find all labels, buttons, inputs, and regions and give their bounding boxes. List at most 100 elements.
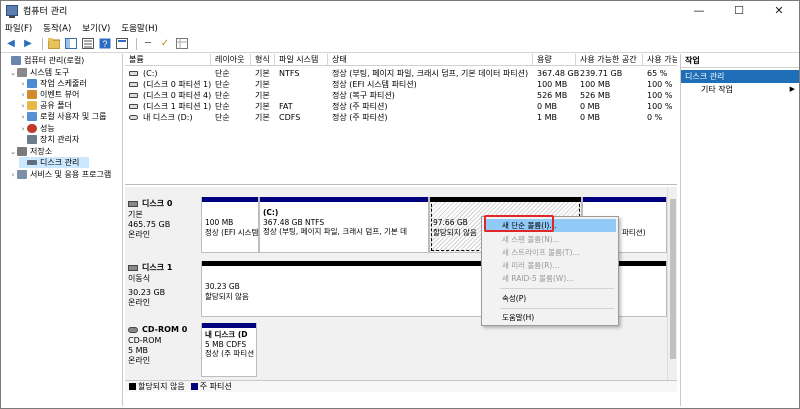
scrollbar-thumb[interactable]: [670, 199, 676, 359]
legend-swatch-unallocated: [129, 383, 136, 390]
check-icon[interactable]: ✓: [158, 37, 172, 51]
volume-list: 볼륨 레이아웃 형식 파일 시스템 상태 용량 사용 가능한 공간 사용 가능 …: [125, 54, 677, 185]
volume-row[interactable]: (디스크 0 파티션 1) 단순 기본 정상 (EFI 시스템 파티션) 100…: [125, 79, 677, 90]
menu-new-mirrored-volume[interactable]: 새 미러 볼륨(R)...: [484, 259, 616, 272]
menu-properties[interactable]: 속성(P): [484, 292, 616, 305]
connect-icon[interactable]: ─: [141, 37, 155, 51]
column-layout[interactable]: 레이아웃: [211, 54, 251, 66]
column-volume[interactable]: 볼륨: [125, 54, 211, 66]
tree-toggle[interactable]: ⌄: [9, 148, 17, 156]
disk-size: 5 MB: [128, 346, 149, 355]
cdrom-0-label[interactable]: CD-ROM 0 CD-ROM 5 MB 온라인: [128, 325, 198, 366]
partition-status: 정상 (EFI 시스템: [205, 227, 259, 237]
disk-name: 디스크 1: [142, 263, 173, 272]
tree-item-computer-management[interactable]: 컴퓨터 관리(로컬): [3, 55, 84, 66]
tree-item-label: 컴퓨터 관리(로컬): [24, 56, 85, 65]
tree-toggle[interactable]: ›: [19, 102, 27, 110]
list-view-icon[interactable]: [81, 37, 95, 51]
volume-row[interactable]: (디스크 1 파티션 1) 단순 기본 FAT 정상 (주 파티션) 0 MB …: [125, 101, 677, 112]
menu-new-spanned-volume[interactable]: 새 스팬 볼륨(N)...: [484, 233, 616, 246]
tree-toggle[interactable]: ›: [19, 80, 27, 88]
volume-row[interactable]: 내 디스크 (D:) 단순 기본 CDFS 정상 (주 파티션) 1 MB 0 …: [125, 112, 677, 123]
tree-item-label: 로컬 사용자 및 그룹: [40, 112, 107, 121]
menu-new-striped-volume[interactable]: 새 스트라이프 볼륨(T)...: [484, 246, 616, 259]
tree-item-system-tools[interactable]: ⌄ 시스템 도구: [9, 67, 69, 78]
tree-toggle[interactable]: ⌄: [9, 69, 17, 77]
volume-icon: [129, 93, 138, 98]
disk-state: 온라인: [128, 230, 151, 239]
partition-c[interactable]: (C:) 367.48 GB NTFS 정상 (부팅, 페이지 파일, 크래시 …: [259, 197, 429, 253]
menu-new-raid5-volume[interactable]: 새 RAID-5 볼륨(W)...: [484, 272, 616, 285]
cd-volume-icon: [129, 115, 138, 120]
legend: 할당되지 않음 주 파티션: [125, 380, 677, 392]
tree-item-performance[interactable]: › 성능: [19, 123, 55, 134]
grid-view-icon[interactable]: [175, 37, 189, 51]
up-folder-icon[interactable]: [47, 37, 61, 51]
menu-file[interactable]: 파일(F): [5, 22, 32, 34]
back-arrow-icon[interactable]: ◀: [4, 37, 18, 51]
tree-toggle[interactable]: ›: [19, 91, 27, 99]
partition-d[interactable]: 내 디스크 (D 5 MB CDFS 정상 (주 파티션: [201, 323, 257, 377]
disk-type: 기본: [128, 210, 143, 219]
column-capacity[interactable]: 용량: [533, 54, 576, 66]
volume-icon: [129, 82, 138, 87]
disk-size: 465.75 GB: [128, 220, 171, 229]
maximize-button[interactable]: ☐: [719, 1, 759, 20]
properties-icon[interactable]: [115, 37, 129, 51]
volume-status: 정상 (주 파티션): [332, 102, 388, 111]
volume-list-header: 볼륨 레이아웃 형식 파일 시스템 상태 용량 사용 가능한 공간 사용 가능: [125, 54, 677, 66]
disk-0-label[interactable]: 디스크 0 기본 465.75 GB 온라인: [128, 199, 198, 240]
tree-item-disk-management[interactable]: 디스크 관리: [19, 157, 89, 168]
minimize-button[interactable]: —: [679, 1, 719, 20]
column-percent-free[interactable]: 사용 가능: [643, 54, 677, 66]
help-icon[interactable]: ?: [98, 37, 112, 51]
tree-item-task-scheduler[interactable]: › 작업 스케줄러: [19, 78, 87, 89]
tree-toggle[interactable]: ›: [19, 113, 27, 121]
event-viewer-icon: [27, 90, 37, 99]
title-bar: 컴퓨터 관리 — ☐ ✕: [1, 1, 799, 20]
menu-view[interactable]: 보기(V): [82, 22, 110, 34]
toolbar-separator: [136, 37, 137, 50]
tree-toggle[interactable]: ›: [9, 171, 17, 179]
tree-toggle[interactable]: ›: [19, 125, 27, 133]
volume-capacity: 100 MB: [537, 80, 568, 89]
column-type[interactable]: 형식: [251, 54, 275, 66]
volume-fs: [275, 90, 279, 101]
tree-item-shared-folders[interactable]: › 공유 폴더: [19, 100, 72, 111]
column-file-system[interactable]: 파일 시스템: [275, 54, 328, 66]
volume-row[interactable]: (C:) 단순 기본 NTFS 정상 (부팅, 페이지 파일, 크래시 덤프, …: [125, 68, 677, 79]
volume-layout: 단순: [215, 91, 230, 100]
console-tree-icon[interactable]: [64, 37, 78, 51]
volume-layout: 단순: [215, 80, 230, 89]
disk-1-label[interactable]: 디스크 1 이동식 30.23 GB 온라인: [128, 263, 198, 308]
volume-capacity: 367.48 GB: [537, 69, 580, 78]
tree-item-device-manager[interactable]: 장치 관리자: [19, 134, 79, 145]
forward-arrow-icon[interactable]: ▶: [21, 37, 35, 51]
tree-item-storage[interactable]: ⌄ 저장소: [9, 146, 52, 157]
partition-size: 5 MB CDFS: [205, 339, 247, 349]
volume-row[interactable]: (디스크 0 파티션 4) 단순 기본 정상 (복구 파티션) 526 MB 5…: [125, 90, 677, 101]
tree-item-local-users-groups[interactable]: › 로컬 사용자 및 그룹: [19, 111, 107, 122]
menu-action[interactable]: 동작(A): [43, 22, 71, 34]
volume-name: (디스크 0 파티션 1): [143, 80, 212, 89]
menu-help[interactable]: 도움말(H): [121, 22, 157, 34]
volume-layout: 단순: [215, 69, 230, 78]
partition-efi[interactable]: 100 MB 정상 (EFI 시스템: [201, 197, 259, 253]
disk-state: 온라인: [128, 298, 151, 307]
actions-more[interactable]: 기타 작업 ▶: [681, 83, 799, 96]
disk-map-scrollbar[interactable]: [667, 187, 677, 380]
window-controls: — ☐ ✕: [679, 1, 799, 20]
volume-free: 239.71 GB: [580, 69, 623, 78]
tree-item-services-applications[interactable]: › 서비스 및 응용 프로그램: [9, 169, 111, 180]
volume-capacity: 0 MB: [537, 102, 558, 111]
disk-name: 디스크 0: [142, 199, 173, 208]
menu-help-item[interactable]: 도움말(H): [484, 311, 616, 324]
tree-item-event-viewer[interactable]: › 이벤트 뷰어: [19, 89, 79, 100]
column-status[interactable]: 상태: [328, 54, 533, 66]
actions-disk-management[interactable]: 디스크 관리: [681, 70, 799, 83]
menu-bar: 파일(F) 동작(A) 보기(V) 도움말(H): [1, 20, 799, 35]
shared-folder-icon: [27, 101, 37, 110]
volume-type: 기본: [255, 69, 270, 78]
close-button[interactable]: ✕: [759, 1, 799, 20]
column-free-space[interactable]: 사용 가능한 공간: [576, 54, 643, 66]
